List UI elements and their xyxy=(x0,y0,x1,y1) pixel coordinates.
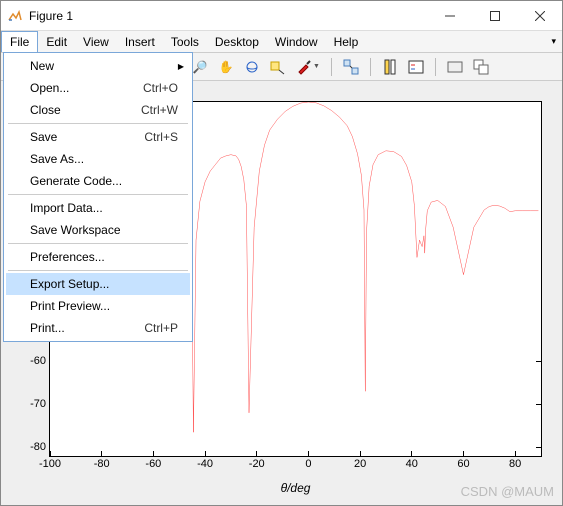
matlab-logo-icon xyxy=(7,8,23,24)
menu-chevron-icon[interactable]: ▾ xyxy=(545,31,562,52)
menu-file[interactable]: File xyxy=(1,31,38,52)
data-cursor-icon[interactable] xyxy=(267,56,289,78)
x-tick-label: 60 xyxy=(457,456,469,470)
link-icon[interactable] xyxy=(340,56,362,78)
hide-tools-icon[interactable] xyxy=(444,56,466,78)
x-tick-label: -100 xyxy=(39,456,61,470)
x-tick-label: 20 xyxy=(354,456,366,470)
window-title: Figure 1 xyxy=(29,9,427,23)
x-tick-label: -60 xyxy=(145,456,161,470)
menu-item-print-preview[interactable]: Print Preview... xyxy=(6,295,190,317)
brush-icon[interactable]: ▼ xyxy=(293,56,323,78)
x-tick-label: 80 xyxy=(509,456,521,470)
menu-help[interactable]: Help xyxy=(326,31,367,52)
y-tick-label: -70 xyxy=(30,398,50,410)
menu-insert[interactable]: Insert xyxy=(117,31,163,52)
menu-view[interactable]: View xyxy=(75,31,117,52)
x-tick-label: -20 xyxy=(249,456,265,470)
menu-item-print[interactable]: Print...Ctrl+P xyxy=(6,317,190,339)
menu-tools[interactable]: Tools xyxy=(163,31,207,52)
dock-icon[interactable] xyxy=(470,56,492,78)
menu-item-save-as[interactable]: Save As... xyxy=(6,148,190,170)
x-tick-label: -40 xyxy=(197,456,213,470)
x-tick-label: 0 xyxy=(305,456,311,470)
menu-edit[interactable]: Edit xyxy=(38,31,75,52)
y-tick-label: -80 xyxy=(30,441,50,453)
window-controls xyxy=(427,1,562,31)
menu-item-import-data[interactable]: Import Data... xyxy=(6,197,190,219)
menu-item-export-setup[interactable]: Export Setup... xyxy=(6,273,190,295)
menu-item-save[interactable]: SaveCtrl+S xyxy=(6,126,190,148)
title-bar: Figure 1 xyxy=(1,1,562,31)
x-tick-label: 40 xyxy=(406,456,418,470)
colorbar-icon[interactable] xyxy=(379,56,401,78)
menu-item-close[interactable]: CloseCtrl+W xyxy=(6,99,190,121)
file-dropdown-menu: New▶Open...Ctrl+OCloseCtrl+WSaveCtrl+SSa… xyxy=(3,52,193,342)
pan-icon[interactable]: ✋ xyxy=(215,56,237,78)
minimize-button[interactable] xyxy=(427,1,472,31)
rotate-3d-icon[interactable] xyxy=(241,56,263,78)
menu-bar: FileEditViewInsertToolsDesktopWindowHelp… xyxy=(1,31,562,53)
menu-item-new[interactable]: New▶ xyxy=(6,55,190,77)
menu-item-save-workspace[interactable]: Save Workspace xyxy=(6,219,190,241)
submenu-arrow-icon: ▶ xyxy=(178,62,190,71)
x-tick-label: -80 xyxy=(94,456,110,470)
menu-item-open[interactable]: Open...Ctrl+O xyxy=(6,77,190,99)
menu-item-generate-code[interactable]: Generate Code... xyxy=(6,170,190,192)
menu-desktop[interactable]: Desktop xyxy=(207,31,267,52)
close-button[interactable] xyxy=(517,1,562,31)
maximize-button[interactable] xyxy=(472,1,517,31)
menu-item-preferences[interactable]: Preferences... xyxy=(6,246,190,268)
legend-icon[interactable] xyxy=(405,56,427,78)
menu-window[interactable]: Window xyxy=(267,31,326,52)
y-tick-label: -60 xyxy=(30,355,50,367)
watermark: CSDN @MAUM xyxy=(461,484,554,499)
